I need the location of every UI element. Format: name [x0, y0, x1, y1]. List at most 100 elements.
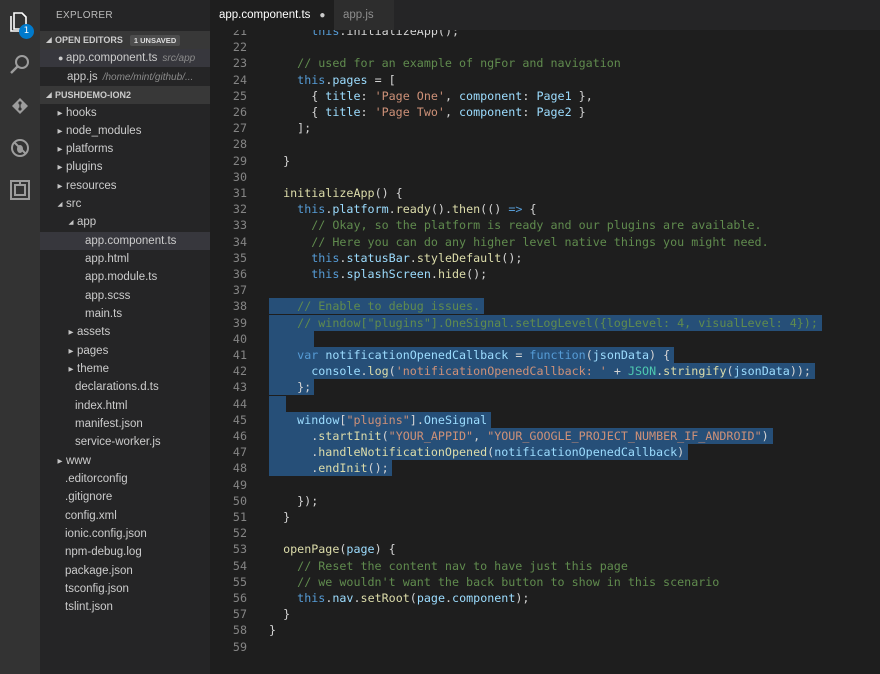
code-token: page [416, 591, 445, 605]
tree-file[interactable]: service-worker.js [40, 433, 210, 451]
code-line: 25 { title: 'Page One', component: Page1… [210, 88, 880, 104]
code-token: "YOUR_GOOGLE_PROJECT_NUMBER_IF_ANDROID" [487, 429, 762, 443]
line-number: 40 [232, 331, 247, 346]
tree-file[interactable]: ionic.config.json [40, 525, 210, 543]
chevron-right-icon: ▶ [57, 146, 63, 153]
tree-item-label: www [66, 455, 91, 467]
code-token: Page2 [536, 105, 572, 119]
code-text: } [269, 153, 290, 169]
code-token: ( [726, 364, 734, 379]
tree-folder[interactable]: ▶ assets [40, 323, 210, 341]
tree-file[interactable]: config.xml [40, 507, 210, 525]
code-text: // Reset the content nav to have just th… [269, 558, 628, 574]
tree-file[interactable]: .editorconfig [40, 470, 210, 488]
code-token: nav [332, 591, 354, 605]
tab-app-js[interactable]: app.js [334, 0, 394, 30]
code-line: 42 console.log('notificationOpenedCallba… [210, 363, 880, 379]
code-token: // window["plugins"].OneSignal.setLogLev… [297, 315, 818, 330]
tab-app-component-ts[interactable]: app.component.ts ● [210, 0, 334, 30]
line-number: 34 [232, 234, 247, 249]
tree-item-label: tslint.json [65, 601, 113, 613]
code-token: openPage [283, 542, 340, 557]
tree-file[interactable]: app.component.ts [40, 232, 210, 250]
tree-file[interactable]: app.module.ts [40, 268, 210, 286]
extensions-icon[interactable] [0, 170, 40, 210]
code-token: } [571, 105, 586, 119]
tree-folder[interactable]: ◢ app [40, 213, 210, 231]
code-token: Page1 [536, 88, 572, 103]
code-token: platform [332, 202, 389, 217]
chevron-right-icon: ▶ [57, 183, 63, 190]
code-token: ( [585, 348, 593, 362]
tree-item-label: npm-debug.log [65, 546, 142, 558]
tree-file[interactable]: index.html [40, 397, 210, 415]
code-text: this.nav.setRoot(page.component); [269, 590, 529, 606]
debug-icon[interactable] [0, 128, 40, 168]
tree-file[interactable]: npm-debug.log [40, 543, 210, 561]
code-token: title [325, 88, 361, 103]
line-number: 32 [232, 202, 247, 217]
activity-bar: 1 [0, 0, 40, 674]
tree-folder[interactable]: ▶ node_modules [40, 122, 210, 140]
code-token: : [522, 105, 537, 119]
code-token: var [297, 348, 319, 362]
tree-folder[interactable]: ▶ resources [40, 177, 210, 195]
tree-folder[interactable]: ▶ pages [40, 342, 210, 360]
tree-file[interactable]: tsconfig.json [40, 580, 210, 598]
tree-folder[interactable]: ▶ platforms [40, 140, 210, 158]
tree-file[interactable]: tslint.json [40, 598, 210, 616]
tree-file[interactable]: .gitignore [40, 488, 210, 506]
tree-file[interactable]: manifest.json [40, 415, 210, 433]
sidebar-title: EXPLORER [56, 10, 113, 21]
code-token: log [367, 364, 389, 379]
code-token: component [452, 591, 516, 605]
code-text: }); [269, 493, 318, 509]
tree-item-label: src [66, 198, 82, 210]
tree-file[interactable]: main.ts [40, 305, 210, 323]
code-text: // we wouldn't want the back button to s… [269, 574, 719, 590]
tree-folder[interactable]: ◢ src [40, 195, 210, 213]
code-editor[interactable]: 21 this.initializeApp(); 22 23 // used for… [210, 30, 880, 674]
open-editor-name: app.js [67, 71, 98, 83]
unsaved-dot-icon[interactable]: ● [319, 10, 325, 21]
code-line: 28 [210, 136, 880, 152]
line-number: 28 [232, 137, 247, 152]
code-token: this [297, 202, 326, 217]
code-token: startInit [318, 429, 382, 443]
tree-file[interactable]: app.html [40, 250, 210, 268]
line-number: 47 [232, 445, 247, 460]
git-icon[interactable] [0, 86, 40, 126]
tree-folder[interactable]: ▶ www [40, 452, 210, 470]
tree-item-label: manifest.json [75, 418, 143, 430]
code-line: 24 this.pages = [ [210, 72, 880, 88]
explorer-icon[interactable]: 1 [0, 2, 40, 42]
code-token: ) { [649, 348, 671, 362]
line-number: 29 [232, 153, 247, 168]
project-header[interactable]: ◢ PUSHDEMO-ION2 [40, 86, 210, 104]
search-icon[interactable] [0, 45, 40, 85]
tree-folder[interactable]: ▶ theme [40, 360, 210, 378]
tree-file[interactable]: package.json [40, 562, 210, 580]
code-line: 30 [210, 169, 880, 185]
code-line: 49 [210, 477, 880, 493]
open-editors-header[interactable]: ◢ OPEN EDITORS 1 UNSAVED [40, 31, 210, 49]
tree-folder[interactable]: ▶ plugins [40, 158, 210, 176]
code-line: 54 // Reset the content nav to have just… [210, 558, 880, 574]
code-token: , [444, 105, 460, 119]
code-text: // used for an example of ngFor and navi… [269, 55, 621, 71]
code-token: statusBar [346, 250, 410, 265]
code-token: () { [374, 186, 403, 200]
tree-item-label: app.scss [85, 290, 131, 302]
code-line: 36 this.splashScreen.hide(); [210, 266, 880, 282]
code-text: window["plugins"].OneSignal [269, 412, 487, 428]
tree-item-label: app [77, 216, 97, 228]
open-editor-item[interactable]: ● app.component.ts src/app [40, 49, 210, 67]
open-editor-item[interactable]: app.js /home/mint/github/... [40, 68, 210, 86]
tree-folder[interactable]: ▶ hooks [40, 104, 210, 122]
tree-item-label: hooks [66, 107, 97, 119]
tree-file[interactable]: declarations.d.ts [40, 378, 210, 396]
tree-file[interactable]: app.scss [40, 287, 210, 305]
code-token: // we wouldn't want the back button to s… [297, 574, 720, 589]
